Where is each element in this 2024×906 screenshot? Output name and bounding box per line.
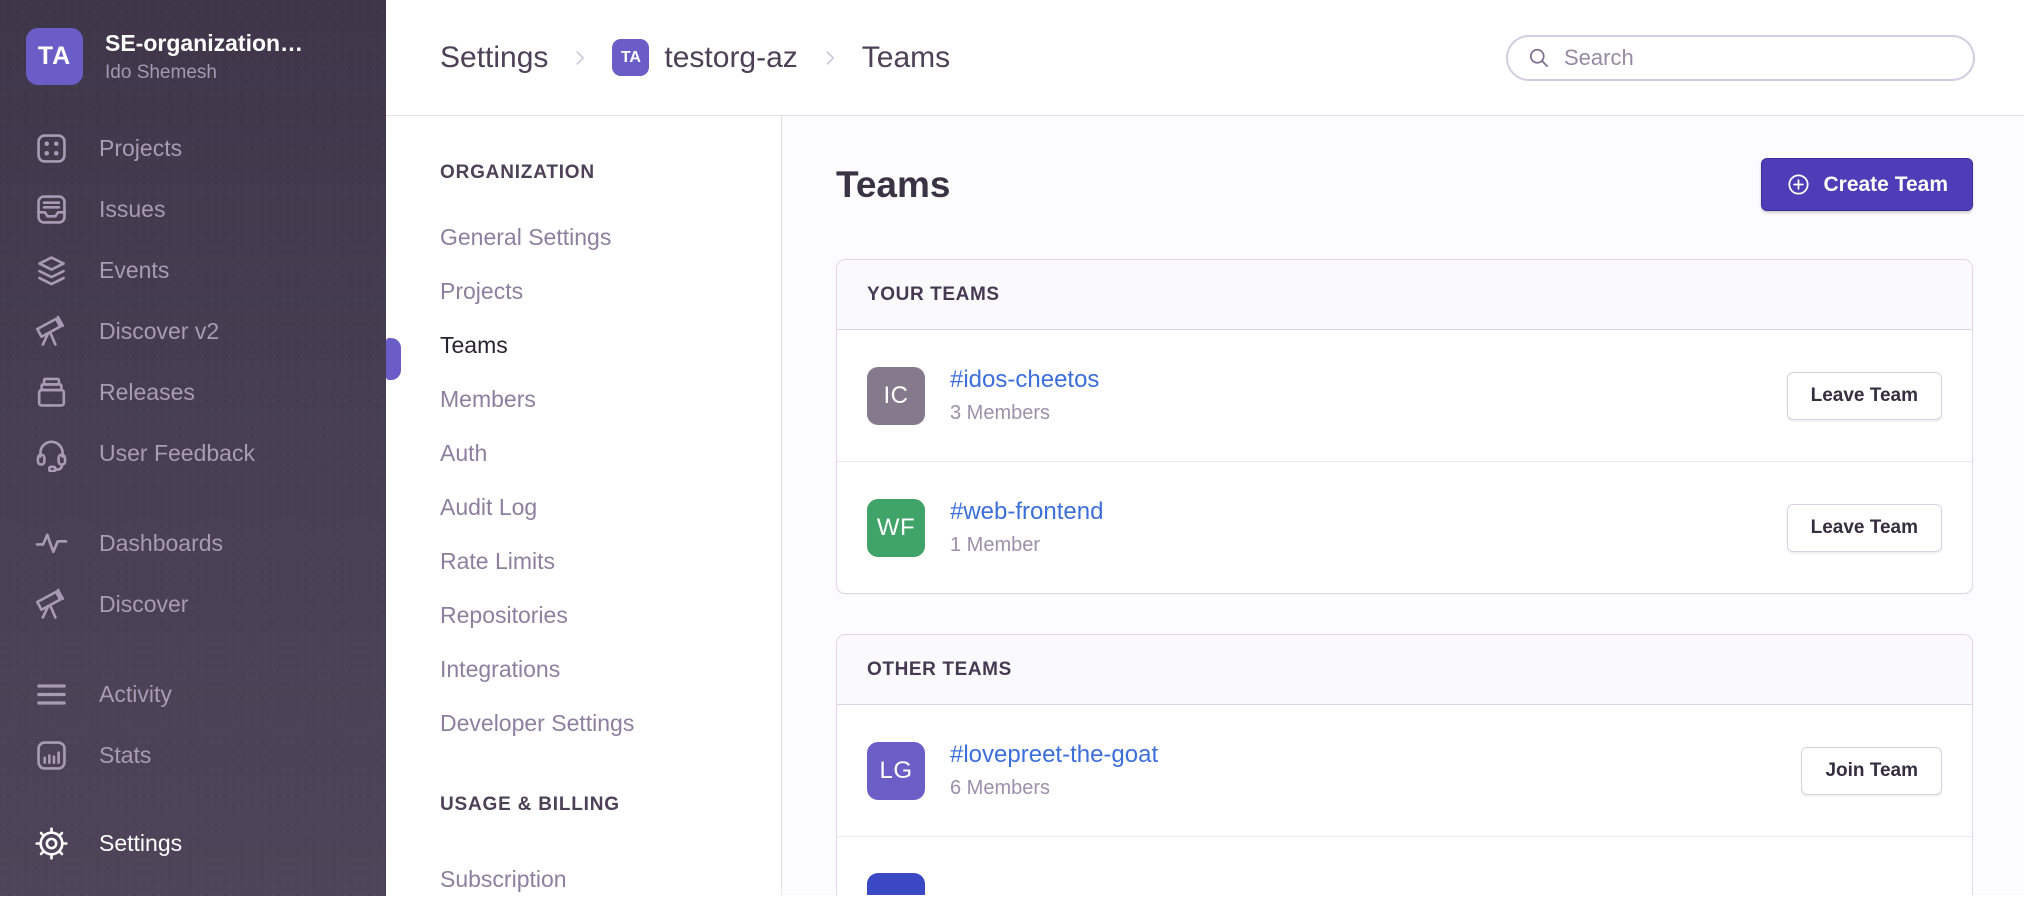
projects-grid-icon: [33, 130, 70, 167]
releases-archive-icon: [33, 374, 70, 411]
team-member-count: 1 Member: [950, 534, 1103, 557]
sidebar-item-label: Projects: [99, 135, 182, 162]
panel-title: OTHER TEAMS: [837, 635, 1972, 705]
sidebar-item-label: Dashboards: [99, 530, 223, 557]
subnav-item-integrations[interactable]: Integrations: [440, 642, 781, 696]
team-name-link[interactable]: #web-frontend: [950, 498, 1103, 526]
your-teams-panel: YOUR TEAMS IC #idos-cheetos 3 Members Le…: [836, 259, 1973, 594]
content-area: Settings TA testorg-az Teams ORGANIZATIO…: [386, 0, 2024, 896]
sidebar-item-stats[interactable]: Stats: [0, 725, 386, 786]
org-switcher[interactable]: TA SE-organization… Ido Shemesh: [0, 0, 386, 113]
sidebar-item-projects[interactable]: Projects: [0, 118, 386, 179]
sidebar-item-dashboards[interactable]: Dashboards: [0, 513, 386, 574]
team-avatar: IC: [867, 367, 925, 425]
sidebar-item-user-feedback[interactable]: User Feedback: [0, 423, 386, 484]
org-name: SE-organization…: [105, 30, 303, 57]
sidebar-item-events[interactable]: Events: [0, 240, 386, 301]
team-row: IC #idos-cheetos 3 Members Leave Team: [837, 330, 1972, 461]
search-box: [1506, 35, 1975, 81]
sidebar-item-label: Releases: [99, 379, 195, 406]
subnav-item-members[interactable]: Members: [440, 372, 781, 426]
create-team-button[interactable]: Create Team: [1761, 158, 1973, 211]
events-layers-icon: [33, 252, 70, 289]
page-title: Teams: [836, 164, 951, 206]
subnav-item-auth[interactable]: Auth: [440, 426, 781, 480]
sidebar-item-discover-v2[interactable]: Discover v2: [0, 301, 386, 362]
breadcrumb-org-label: testorg-az: [664, 41, 797, 75]
subnav-item-developer-settings[interactable]: Developer Settings: [440, 696, 781, 750]
telescope-icon: [33, 586, 70, 623]
team-row-partial: [837, 836, 1972, 895]
subnav-list: General Settings Projects Teams Members …: [440, 210, 781, 750]
team-row: LG #lovepreet-the-goat 6 Members Join Te…: [837, 705, 1972, 836]
team-avatar: [867, 873, 925, 895]
panel-title: YOUR TEAMS: [837, 260, 1972, 330]
sidebar-item-issues[interactable]: Issues: [0, 179, 386, 240]
subnav-item-audit-log[interactable]: Audit Log: [440, 480, 781, 534]
chevron-right-icon: [819, 47, 841, 69]
sidebar-nav: Projects Issues Events Discover v2 Relea…: [0, 118, 386, 874]
team-row: WF #web-frontend 1 Member Leave Team: [837, 461, 1972, 593]
subnav-item-general-settings[interactable]: General Settings: [440, 210, 781, 264]
subnav-section-title: USAGE & BILLING: [440, 794, 781, 816]
sidebar-item-discover[interactable]: Discover: [0, 574, 386, 635]
breadcrumb: Settings TA testorg-az Teams: [440, 39, 950, 76]
team-member-count: 6 Members: [950, 777, 1158, 800]
breadcrumb-org-link[interactable]: TA testorg-az: [612, 39, 797, 76]
leave-team-button[interactable]: Leave Team: [1787, 372, 1942, 420]
org-chip-avatar: TA: [612, 39, 649, 76]
subnav-item-projects[interactable]: Projects: [440, 264, 781, 318]
sidebar-item-label: User Feedback: [99, 440, 255, 467]
pulse-icon: [33, 525, 70, 562]
org-user-name: Ido Shemesh: [105, 62, 303, 84]
leave-team-button[interactable]: Leave Team: [1787, 504, 1942, 552]
sidebar-item-label: Discover v2: [99, 318, 219, 345]
headset-icon: [33, 435, 70, 472]
active-nav-indicator: [386, 338, 401, 380]
search-input[interactable]: [1564, 45, 1955, 71]
app-sidebar: TA SE-organization… Ido Shemesh Projects…: [0, 0, 386, 896]
team-name-link[interactable]: #idos-cheetos: [950, 366, 1099, 394]
top-header: Settings TA testorg-az Teams: [386, 0, 2024, 116]
gear-icon: [33, 825, 70, 862]
sidebar-item-settings[interactable]: Settings: [0, 813, 386, 874]
subnav-item-teams[interactable]: Teams: [440, 318, 781, 372]
breadcrumb-settings-link[interactable]: Settings: [440, 41, 548, 75]
breadcrumb-page-label: Teams: [862, 41, 950, 75]
search-icon: [1526, 45, 1551, 70]
list-lines-icon: [33, 676, 70, 713]
sidebar-item-label: Activity: [99, 681, 172, 708]
main-content: Teams Create Team YOUR TEAMS IC #idos-ch…: [782, 116, 2024, 895]
bar-chart-icon: [33, 737, 70, 774]
sidebar-item-label: Discover: [99, 591, 188, 618]
issues-inbox-icon: [33, 191, 70, 228]
team-member-count: 3 Members: [950, 402, 1099, 425]
subnav-list: Subscription: [440, 852, 781, 906]
subnav-item-rate-limits[interactable]: Rate Limits: [440, 534, 781, 588]
join-team-button[interactable]: Join Team: [1801, 747, 1942, 795]
sidebar-item-label: Stats: [99, 742, 151, 769]
subnav-item-repositories[interactable]: Repositories: [440, 588, 781, 642]
sidebar-item-activity[interactable]: Activity: [0, 664, 386, 725]
other-teams-panel: OTHER TEAMS LG #lovepreet-the-goat 6 Mem…: [836, 634, 1973, 895]
sidebar-item-label: Issues: [99, 196, 165, 223]
chevron-right-icon: [569, 47, 591, 69]
sidebar-item-label: Events: [99, 257, 169, 284]
settings-subnav: ORGANIZATION General Settings Projects T…: [386, 116, 782, 895]
team-avatar: WF: [867, 499, 925, 557]
plus-circle-icon: [1786, 172, 1811, 197]
team-avatar: LG: [867, 742, 925, 800]
org-avatar: TA: [26, 28, 83, 85]
subnav-section-title: ORGANIZATION: [440, 162, 781, 184]
sidebar-item-releases[interactable]: Releases: [0, 362, 386, 423]
team-name-link[interactable]: #lovepreet-the-goat: [950, 741, 1158, 769]
subnav-item-subscription[interactable]: Subscription: [440, 852, 781, 906]
create-team-label: Create Team: [1823, 173, 1948, 197]
telescope-icon: [33, 313, 70, 350]
sidebar-item-label: Settings: [99, 830, 182, 857]
